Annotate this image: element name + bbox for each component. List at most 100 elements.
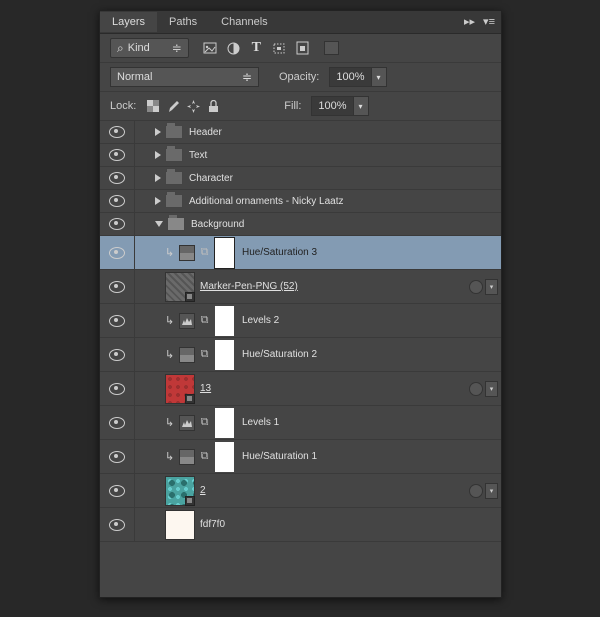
visibility-toggle[interactable]: [100, 372, 135, 405]
folder-header[interactable]: Header: [100, 121, 501, 144]
fill-label: Fill:: [284, 100, 301, 112]
visibility-toggle[interactable]: [100, 236, 135, 269]
opacity-value: 100%: [330, 68, 371, 86]
layer-mask-thumb[interactable]: [215, 306, 234, 336]
folder-background[interactable]: Background: [100, 213, 501, 236]
blend-mode-select[interactable]: Normal ≑: [110, 67, 259, 87]
layer-levels-1[interactable]: ↳ ⧉ Levels 1: [100, 406, 501, 440]
blend-row: Normal ≑ Opacity: 100% ▾: [100, 63, 501, 92]
folder-icon: [165, 171, 183, 185]
chevron-down-icon[interactable]: ▾: [485, 483, 498, 499]
filter-type-icon[interactable]: T: [249, 41, 264, 56]
layer-thumb[interactable]: [165, 510, 195, 540]
eye-icon: [109, 247, 125, 259]
disclosure-icon[interactable]: [155, 197, 161, 205]
layer-thumb[interactable]: [165, 374, 195, 404]
folder-icon: [165, 148, 183, 162]
eye-icon: [109, 383, 125, 395]
visibility-toggle[interactable]: [100, 440, 135, 473]
disclosure-icon[interactable]: [155, 151, 161, 159]
link-icon[interactable]: ⧉: [198, 450, 211, 464]
filter-smartobject-icon[interactable]: [295, 41, 310, 56]
fx-icon[interactable]: [469, 484, 483, 498]
tab-layers[interactable]: Layers: [100, 12, 157, 32]
folder-text[interactable]: Text: [100, 144, 501, 167]
collapse-icon[interactable]: ▸▸: [464, 15, 475, 28]
filter-kind-select[interactable]: ⌕ Kind ≑: [110, 38, 189, 58]
layer-13[interactable]: 13 ▾: [100, 372, 501, 406]
link-icon[interactable]: ⧉: [198, 416, 211, 430]
tab-channels[interactable]: Channels: [209, 12, 279, 32]
lock-transparency-icon[interactable]: [146, 99, 160, 113]
layer-thumb[interactable]: [165, 272, 195, 302]
panel-menu-icon[interactable]: ▾≡: [483, 15, 495, 28]
dropdown-arrows-icon: ≑: [172, 41, 182, 55]
fx-icon[interactable]: [469, 280, 483, 294]
layer-fdf7f0[interactable]: fdf7f0: [100, 508, 501, 542]
lock-image-icon[interactable]: [166, 99, 180, 113]
clip-indicator-icon: ↳: [165, 314, 175, 327]
layer-mask-thumb[interactable]: [215, 238, 234, 268]
visibility-toggle[interactable]: [100, 304, 135, 337]
layer-mask-thumb[interactable]: [215, 340, 234, 370]
clip-indicator-icon: ↳: [165, 348, 175, 361]
link-icon[interactable]: ⧉: [198, 246, 211, 260]
folder-open-icon: [167, 217, 185, 231]
filter-pixel-icon[interactable]: [203, 41, 218, 56]
disclosure-icon[interactable]: [155, 174, 161, 182]
eye-icon: [109, 172, 125, 184]
layer-marker-pen[interactable]: Marker-Pen-PNG (52) ▾: [100, 270, 501, 304]
eye-icon: [109, 417, 125, 429]
visibility-toggle[interactable]: [100, 338, 135, 371]
visibility-toggle[interactable]: [100, 508, 135, 541]
hue-saturation-adjustment-icon: [179, 449, 195, 465]
smart-object-badge-icon: [185, 394, 195, 404]
visibility-toggle[interactable]: [100, 270, 135, 303]
disclosure-icon[interactable]: [155, 221, 163, 227]
visibility-toggle[interactable]: [100, 144, 135, 166]
link-icon[interactable]: ⧉: [198, 348, 211, 362]
link-icon[interactable]: ⧉: [198, 314, 211, 328]
visibility-toggle[interactable]: [100, 167, 135, 189]
filter-adjustment-icon[interactable]: [226, 41, 241, 56]
opacity-input[interactable]: 100% ▾: [329, 67, 386, 87]
hue-saturation-adjustment-icon: [179, 245, 195, 261]
layer-mask-thumb[interactable]: [215, 408, 234, 438]
clip-indicator-icon: ↳: [165, 416, 175, 429]
folder-character[interactable]: Character: [100, 167, 501, 190]
chevron-down-icon: ▾: [354, 97, 368, 115]
layer-2[interactable]: 2 ▾: [100, 474, 501, 508]
filter-toggle-switch[interactable]: [324, 41, 339, 55]
layers-panel: Layers Paths Channels ▸▸ ▾≡ ⌕ Kind ≑ T N…: [99, 10, 502, 598]
filter-kind-label: Kind: [128, 42, 150, 54]
eye-icon: [109, 149, 125, 161]
layer-hue-saturation-2[interactable]: ↳ ⧉ Hue/Saturation 2: [100, 338, 501, 372]
disclosure-icon[interactable]: [155, 128, 161, 136]
folder-ornaments[interactable]: Additional ornaments - Nicky Laatz: [100, 190, 501, 213]
dropdown-arrows-icon: ≑: [242, 70, 252, 84]
opacity-label: Opacity:: [279, 71, 319, 83]
smart-object-badge-icon: [185, 292, 195, 302]
visibility-toggle[interactable]: [100, 190, 135, 212]
layer-hue-saturation-3[interactable]: ↳ ⧉ Hue/Saturation 3: [100, 236, 501, 270]
fill-input[interactable]: 100% ▾: [311, 96, 368, 116]
layer-levels-2[interactable]: ↳ ⧉ Levels 2: [100, 304, 501, 338]
levels-adjustment-icon: [179, 313, 195, 329]
layers-list: Header Text Character Additional ornamen…: [100, 121, 501, 617]
visibility-toggle[interactable]: [100, 474, 135, 507]
visibility-toggle[interactable]: [100, 213, 135, 235]
lock-position-icon[interactable]: [186, 99, 200, 113]
hue-saturation-adjustment-icon: [179, 347, 195, 363]
tab-paths[interactable]: Paths: [157, 12, 209, 32]
fx-icon[interactable]: [469, 382, 483, 396]
filter-shape-icon[interactable]: [272, 41, 287, 56]
lock-all-icon[interactable]: [206, 99, 220, 113]
layer-thumb[interactable]: [165, 476, 195, 506]
layer-mask-thumb[interactable]: [215, 442, 234, 472]
visibility-toggle[interactable]: [100, 121, 135, 143]
chevron-down-icon[interactable]: ▾: [485, 279, 498, 295]
visibility-toggle[interactable]: [100, 406, 135, 439]
chevron-down-icon[interactable]: ▾: [485, 381, 498, 397]
folder-icon: [165, 125, 183, 139]
layer-hue-saturation-1[interactable]: ↳ ⧉ Hue/Saturation 1: [100, 440, 501, 474]
